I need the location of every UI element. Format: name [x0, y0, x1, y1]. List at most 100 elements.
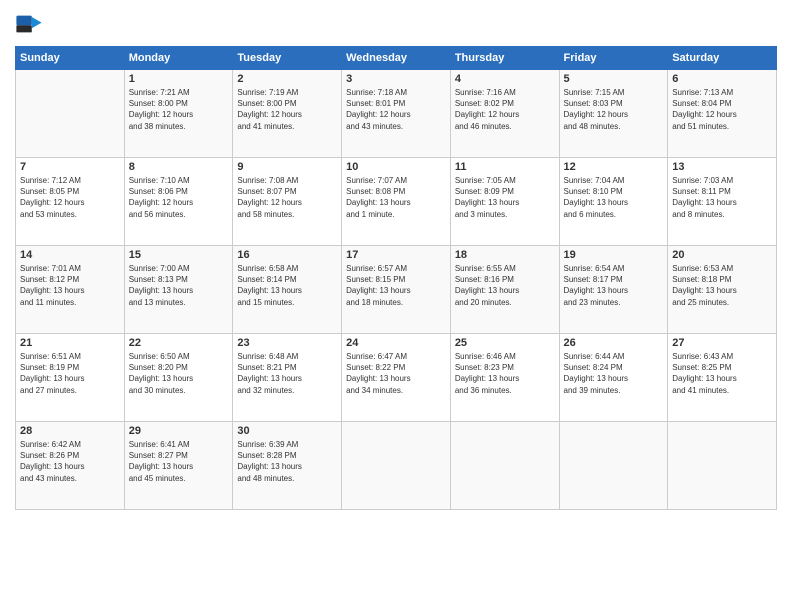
day-info: Sunrise: 6:55 AMSunset: 8:16 PMDaylight:…	[455, 263, 555, 308]
day-number: 30	[237, 425, 337, 437]
day-number: 20	[672, 249, 772, 261]
day-cell	[450, 422, 559, 510]
day-info: Sunrise: 7:01 AMSunset: 8:12 PMDaylight:…	[20, 263, 120, 308]
day-info: Sunrise: 7:13 AMSunset: 8:04 PMDaylight:…	[672, 87, 772, 132]
day-number: 5	[564, 73, 664, 85]
weekday-tuesday: Tuesday	[233, 47, 342, 70]
week-row-2: 7 Sunrise: 7:12 AMSunset: 8:05 PMDaylight…	[16, 158, 777, 246]
day-info: Sunrise: 6:41 AMSunset: 8:27 PMDaylight:…	[129, 439, 229, 484]
day-info: Sunrise: 7:19 AMSunset: 8:00 PMDaylight:…	[237, 87, 337, 132]
day-number: 7	[20, 161, 120, 173]
day-info: Sunrise: 6:53 AMSunset: 8:18 PMDaylight:…	[672, 263, 772, 308]
day-number: 14	[20, 249, 120, 261]
day-cell: 12 Sunrise: 7:04 AMSunset: 8:10 PMDayligh…	[559, 158, 668, 246]
day-number: 17	[346, 249, 446, 261]
day-cell: 1Sunrise: 7:21 AMSunset: 8:00 PMDaylight…	[124, 70, 233, 158]
day-cell: 23 Sunrise: 6:48 AMSunset: 8:21 PMDayligh…	[233, 334, 342, 422]
day-cell: 25Sunrise: 6:46 AMSunset: 8:23 PMDayligh…	[450, 334, 559, 422]
day-cell: 17 Sunrise: 6:57 AMSunset: 8:15 PMDayligh…	[342, 246, 451, 334]
day-cell: 29 Sunrise: 6:41 AMSunset: 8:27 PMDayligh…	[124, 422, 233, 510]
day-number: 12	[564, 161, 664, 173]
day-number: 28	[20, 425, 120, 437]
weekday-saturday: Saturday	[668, 47, 777, 70]
day-info: Sunrise: 7:05 AMSunset: 8:09 PMDaylight:…	[455, 175, 555, 220]
day-number: 29	[129, 425, 229, 437]
weekday-thursday: Thursday	[450, 47, 559, 70]
week-row-1: 1Sunrise: 7:21 AMSunset: 8:00 PMDaylight…	[16, 70, 777, 158]
day-number: 6	[672, 73, 772, 85]
day-number: 11	[455, 161, 555, 173]
day-info: Sunrise: 6:50 AMSunset: 8:20 PMDaylight:…	[129, 351, 229, 396]
weekday-sunday: Sunday	[16, 47, 125, 70]
day-cell: 14 Sunrise: 7:01 AMSunset: 8:12 PMDayligh…	[16, 246, 125, 334]
day-info: Sunrise: 7:18 AMSunset: 8:01 PMDaylight:…	[346, 87, 446, 132]
day-cell: 28 Sunrise: 6:42 AMSunset: 8:26 PMDayligh…	[16, 422, 125, 510]
day-cell: 21 Sunrise: 6:51 AMSunset: 8:19 PMDayligh…	[16, 334, 125, 422]
day-number: 26	[564, 337, 664, 349]
day-info: Sunrise: 7:16 AMSunset: 8:02 PMDaylight:…	[455, 87, 555, 132]
weekday-wednesday: Wednesday	[342, 47, 451, 70]
day-number: 18	[455, 249, 555, 261]
weekday-header-row: SundayMondayTuesdayWednesdayThursdayFrid…	[16, 47, 777, 70]
day-number: 27	[672, 337, 772, 349]
day-cell: 27 Sunrise: 6:43 AMSunset: 8:25 PMDayligh…	[668, 334, 777, 422]
day-cell: 8 Sunrise: 7:10 AMSunset: 8:06 PMDaylight…	[124, 158, 233, 246]
day-cell: 2 Sunrise: 7:19 AMSunset: 8:00 PMDaylight…	[233, 70, 342, 158]
day-info: Sunrise: 6:58 AMSunset: 8:14 PMDaylight:…	[237, 263, 337, 308]
day-info: Sunrise: 7:08 AMSunset: 8:07 PMDaylight:…	[237, 175, 337, 220]
weekday-monday: Monday	[124, 47, 233, 70]
day-number: 15	[129, 249, 229, 261]
day-number: 24	[346, 337, 446, 349]
day-number: 10	[346, 161, 446, 173]
day-cell: 16 Sunrise: 6:58 AMSunset: 8:14 PMDayligh…	[233, 246, 342, 334]
day-info: Sunrise: 7:07 AMSunset: 8:08 PMDaylight:…	[346, 175, 446, 220]
day-cell	[668, 422, 777, 510]
day-cell	[559, 422, 668, 510]
day-number: 3	[346, 73, 446, 85]
day-info: Sunrise: 6:43 AMSunset: 8:25 PMDaylight:…	[672, 351, 772, 396]
day-info: Sunrise: 7:12 AMSunset: 8:05 PMDaylight:…	[20, 175, 120, 220]
day-number: 8	[129, 161, 229, 173]
day-number: 21	[20, 337, 120, 349]
day-cell: 4 Sunrise: 7:16 AMSunset: 8:02 PMDaylight…	[450, 70, 559, 158]
day-number: 4	[455, 73, 555, 85]
day-number: 25	[455, 337, 555, 349]
day-cell: 10 Sunrise: 7:07 AMSunset: 8:08 PMDayligh…	[342, 158, 451, 246]
day-number: 13	[672, 161, 772, 173]
day-cell: 6 Sunrise: 7:13 AMSunset: 8:04 PMDaylight…	[668, 70, 777, 158]
day-info: Sunrise: 6:51 AMSunset: 8:19 PMDaylight:…	[20, 351, 120, 396]
day-cell	[342, 422, 451, 510]
week-row-5: 28 Sunrise: 6:42 AMSunset: 8:26 PMDayligh…	[16, 422, 777, 510]
day-info: Sunrise: 7:04 AMSunset: 8:10 PMDaylight:…	[564, 175, 664, 220]
day-info: Sunrise: 6:47 AMSunset: 8:22 PMDaylight:…	[346, 351, 446, 396]
day-info: Sunrise: 7:00 AMSunset: 8:13 PMDaylight:…	[129, 263, 229, 308]
day-number: 9	[237, 161, 337, 173]
day-cell	[16, 70, 125, 158]
day-cell: 26 Sunrise: 6:44 AMSunset: 8:24 PMDayligh…	[559, 334, 668, 422]
day-cell: 18 Sunrise: 6:55 AMSunset: 8:16 PMDayligh…	[450, 246, 559, 334]
logo-icon	[15, 10, 43, 38]
day-number: 16	[237, 249, 337, 261]
day-cell: 3 Sunrise: 7:18 AMSunset: 8:01 PMDaylight…	[342, 70, 451, 158]
week-row-3: 14 Sunrise: 7:01 AMSunset: 8:12 PMDayligh…	[16, 246, 777, 334]
page: SundayMondayTuesdayWednesdayThursdayFrid…	[0, 0, 792, 612]
day-number: 19	[564, 249, 664, 261]
day-cell: 20 Sunrise: 6:53 AMSunset: 8:18 PMDayligh…	[668, 246, 777, 334]
day-info: Sunrise: 6:44 AMSunset: 8:24 PMDaylight:…	[564, 351, 664, 396]
day-info: Sunrise: 6:39 AMSunset: 8:28 PMDaylight:…	[237, 439, 337, 484]
day-cell: 30 Sunrise: 6:39 AMSunset: 8:28 PMDayligh…	[233, 422, 342, 510]
day-number: 23	[237, 337, 337, 349]
day-info: Sunrise: 6:42 AMSunset: 8:26 PMDaylight:…	[20, 439, 120, 484]
day-info: Sunrise: 7:03 AMSunset: 8:11 PMDaylight:…	[672, 175, 772, 220]
day-cell: 11 Sunrise: 7:05 AMSunset: 8:09 PMDayligh…	[450, 158, 559, 246]
logo	[15, 10, 47, 38]
day-info: Sunrise: 7:10 AMSunset: 8:06 PMDaylight:…	[129, 175, 229, 220]
day-info: Sunrise: 7:15 AMSunset: 8:03 PMDaylight:…	[564, 87, 664, 132]
day-info: Sunrise: 6:48 AMSunset: 8:21 PMDaylight:…	[237, 351, 337, 396]
day-number: 22	[129, 337, 229, 349]
header	[15, 10, 777, 38]
day-number: 2	[237, 73, 337, 85]
day-info: Sunrise: 6:57 AMSunset: 8:15 PMDaylight:…	[346, 263, 446, 308]
day-cell: 24 Sunrise: 6:47 AMSunset: 8:22 PMDayligh…	[342, 334, 451, 422]
day-info: Sunrise: 7:21 AMSunset: 8:00 PMDaylight:…	[129, 87, 229, 132]
